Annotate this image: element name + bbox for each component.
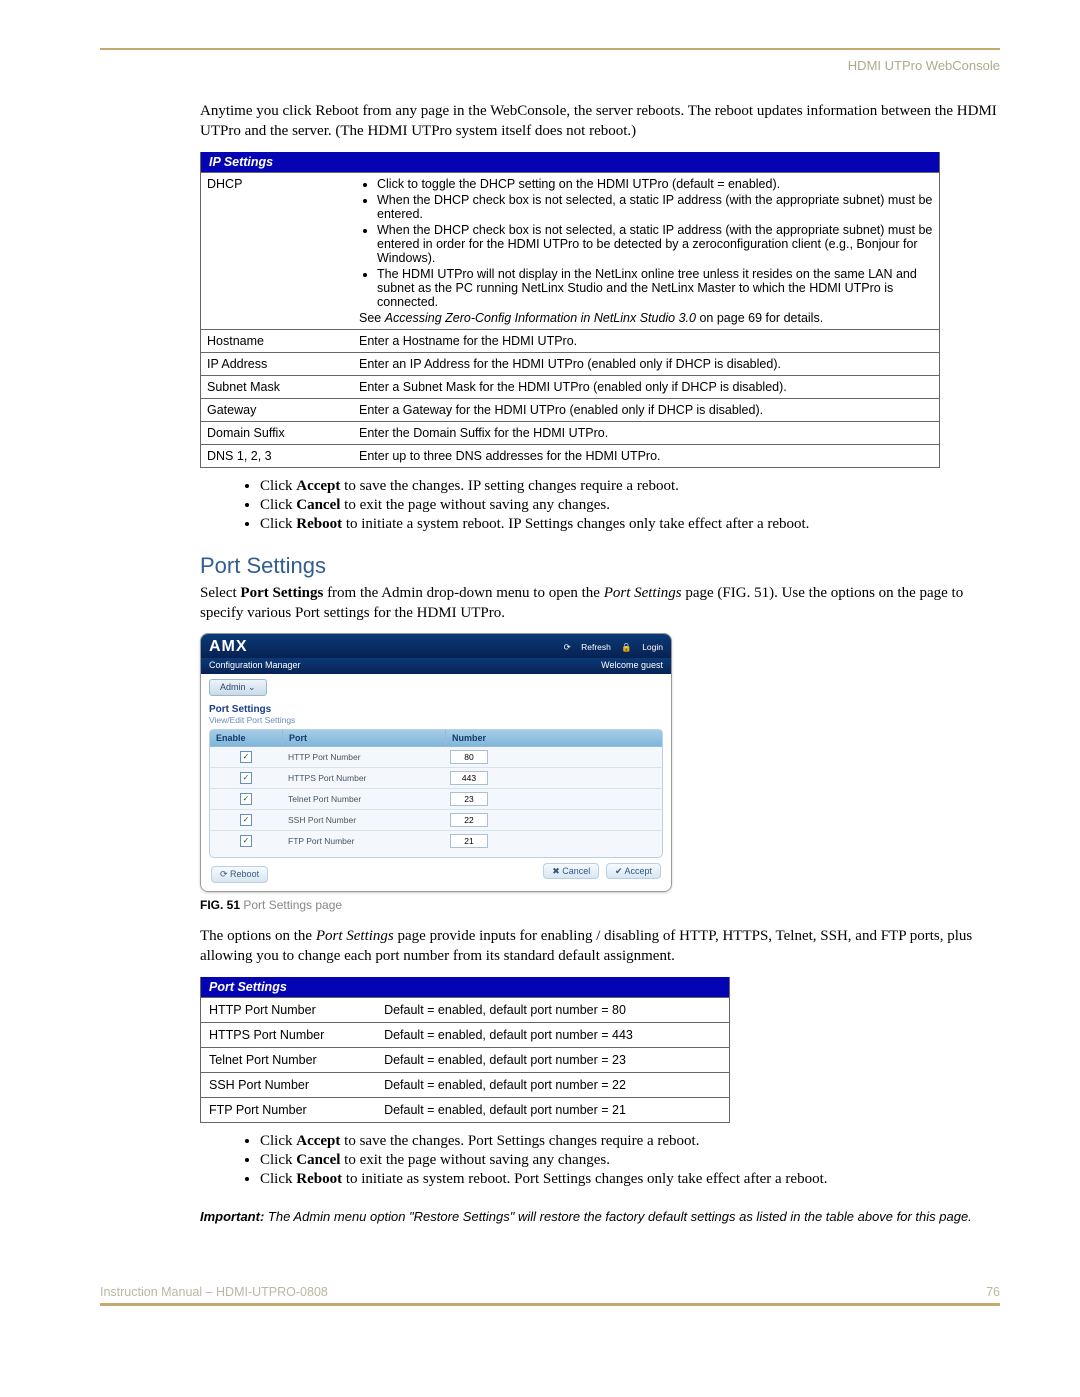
- intro-paragraph: Anytime you click Reboot from any page i…: [200, 101, 1000, 142]
- ip-row-label: Subnet Mask: [201, 375, 354, 398]
- port-row-label: HTTP Port Number: [201, 997, 377, 1022]
- ip-actions-list: Click Accept to save the changes. IP set…: [240, 478, 1000, 533]
- enable-checkbox[interactable]: ✓: [240, 835, 252, 847]
- table-row: GatewayEnter a Gateway for the HDMI UTPr…: [201, 398, 940, 421]
- table-row: DNS 1, 2, 3Enter up to three DNS address…: [201, 444, 940, 467]
- amx-logo: AMX: [209, 638, 248, 656]
- accept-button[interactable]: ✔ Accept: [606, 863, 661, 879]
- table-row: Telnet Port NumberDefault = enabled, def…: [201, 1047, 730, 1072]
- config-manager-label: Configuration Manager: [209, 660, 301, 670]
- refresh-link[interactable]: ⟳ Refresh: [564, 642, 611, 652]
- table-row: IP AddressEnter an IP Address for the HD…: [201, 352, 940, 375]
- important-note: Important: The Admin menu option "Restor…: [200, 1208, 990, 1226]
- list-item: Click Cancel to exit the page without sa…: [260, 1152, 1000, 1169]
- enable-checkbox[interactable]: ✓: [240, 814, 252, 826]
- top-rule: [100, 48, 1000, 50]
- enable-checkbox[interactable]: ✓: [240, 751, 252, 763]
- port-row: ✓ Telnet Port Number 23: [210, 789, 662, 810]
- port-row-label: FTP Port Number: [201, 1097, 377, 1122]
- port-row-label: SSH Port Number: [201, 1072, 377, 1097]
- port-settings-table: Port Settings HTTP Port NumberDefault = …: [200, 977, 730, 1123]
- table-row: HostnameEnter a Hostname for the HDMI UT…: [201, 329, 940, 352]
- enable-checkbox[interactable]: ✓: [240, 772, 252, 784]
- ip-row-desc: Enter up to three DNS addresses for the …: [353, 444, 940, 467]
- dhcp-see-line: See Accessing Zero-Config Information in…: [359, 311, 823, 325]
- port-row: ✓ SSH Port Number 22: [210, 810, 662, 831]
- table-row: SSH Port NumberDefault = enabled, defaul…: [201, 1072, 730, 1097]
- list-item: When the DHCP check box is not selected,…: [377, 193, 933, 221]
- ip-row-label: Gateway: [201, 398, 354, 421]
- welcome-label: Welcome guest: [601, 660, 663, 670]
- port-number-input[interactable]: 23: [450, 792, 488, 806]
- list-item: When the DHCP check box is not selected,…: [377, 223, 933, 265]
- ip-row-desc: Enter a Hostname for the HDMI UTPro.: [353, 329, 940, 352]
- port-row-desc: Default = enabled, default port number =…: [376, 1047, 729, 1072]
- table-row: Subnet MaskEnter a Subnet Mask for the H…: [201, 375, 940, 398]
- list-item: Click to toggle the DHCP setting on the …: [377, 177, 933, 191]
- port-label: HTTP Port Number: [282, 749, 444, 765]
- port-panel: Enable Port Number ✓ HTTP Port Number 80…: [209, 729, 663, 858]
- list-item: The HDMI UTPro will not display in the N…: [377, 267, 933, 309]
- ip-settings-table: IP Settings DHCP Click to toggle the DHC…: [200, 152, 940, 468]
- admin-dropdown[interactable]: Admin ⌄: [209, 679, 267, 696]
- dhcp-bullet-list: Click to toggle the DHCP setting on the …: [359, 177, 933, 309]
- after-figure-paragraph: The options on the Port Settings page pr…: [200, 926, 1000, 967]
- ip-settings-header: IP Settings: [201, 152, 940, 173]
- col-port: Port: [283, 730, 446, 746]
- table-row: FTP Port NumberDefault = enabled, defaul…: [201, 1097, 730, 1122]
- ip-row-desc: Enter a Subnet Mask for the HDMI UTPro (…: [353, 375, 940, 398]
- cancel-button[interactable]: ✖ Cancel: [543, 863, 599, 879]
- col-enable: Enable: [210, 730, 283, 746]
- port-row-label: Telnet Port Number: [201, 1047, 377, 1072]
- page-number: 76: [986, 1285, 1000, 1299]
- enable-checkbox[interactable]: ✓: [240, 793, 252, 805]
- port-row: ✓ HTTPS Port Number 443: [210, 768, 662, 789]
- port-number-input[interactable]: 443: [450, 771, 488, 785]
- figure-51: AMX ⟳ Refresh 🔒 Login Configuration Mana…: [200, 633, 1000, 892]
- ip-row-label: Hostname: [201, 329, 354, 352]
- port-row-desc: Default = enabled, default port number =…: [376, 1072, 729, 1097]
- port-label: HTTPS Port Number: [282, 770, 444, 786]
- footer-left: Instruction Manual – HDMI-UTPRO-0808: [100, 1285, 328, 1299]
- reboot-button[interactable]: ⟳ Reboot: [211, 866, 268, 883]
- ip-row-label: DHCP: [201, 172, 354, 329]
- port-row-desc: Default = enabled, default port number =…: [376, 997, 729, 1022]
- table-row: HTTP Port NumberDefault = enabled, defau…: [201, 997, 730, 1022]
- ip-row-desc: Enter a Gateway for the HDMI UTPro (enab…: [353, 398, 940, 421]
- ip-row-label: DNS 1, 2, 3: [201, 444, 354, 467]
- col-number: Number: [446, 730, 662, 746]
- list-item: Click Reboot to initiate a system reboot…: [260, 516, 1000, 533]
- port-row-desc: Default = enabled, default port number =…: [376, 1022, 729, 1047]
- port-row: ✓ HTTP Port Number 80: [210, 747, 662, 768]
- ip-row-desc: Enter the Domain Suffix for the HDMI UTP…: [353, 421, 940, 444]
- list-item: Click Accept to save the changes. Port S…: [260, 1133, 1000, 1150]
- port-settings-intro: Select Port Settings from the Admin drop…: [200, 583, 1000, 624]
- port-settings-heading: Port Settings: [200, 553, 1000, 579]
- port-number-input[interactable]: 80: [450, 750, 488, 764]
- table-row: Domain SuffixEnter the Domain Suffix for…: [201, 421, 940, 444]
- list-item: Click Cancel to exit the page without sa…: [260, 497, 1000, 514]
- table-row: DHCP Click to toggle the DHCP setting on…: [201, 172, 940, 329]
- figure-caption: FIG. 51 Port Settings page: [200, 898, 1000, 912]
- port-actions-list: Click Accept to save the changes. Port S…: [240, 1133, 1000, 1188]
- port-label: SSH Port Number: [282, 812, 444, 828]
- list-item: Click Accept to save the changes. IP set…: [260, 478, 1000, 495]
- figure-panel-title: Port Settings: [209, 704, 663, 715]
- login-link[interactable]: 🔒 Login: [621, 642, 663, 652]
- port-number-input[interactable]: 21: [450, 834, 488, 848]
- port-settings-table-header: Port Settings: [201, 977, 730, 998]
- port-label: Telnet Port Number: [282, 791, 444, 807]
- header-section: HDMI UTPro WebConsole: [100, 58, 1000, 73]
- port-row: ✓ FTP Port Number 21: [210, 831, 662, 851]
- ip-row-label: IP Address: [201, 352, 354, 375]
- port-row-label: HTTPS Port Number: [201, 1022, 377, 1047]
- port-row-desc: Default = enabled, default port number =…: [376, 1097, 729, 1122]
- list-item: Click Reboot to initiate as system reboo…: [260, 1171, 1000, 1188]
- ip-row-desc: Enter an IP Address for the HDMI UTPro (…: [353, 352, 940, 375]
- port-number-input[interactable]: 22: [450, 813, 488, 827]
- port-label: FTP Port Number: [282, 833, 444, 849]
- table-row: HTTPS Port NumberDefault = enabled, defa…: [201, 1022, 730, 1047]
- figure-panel-subtitle: View/Edit Port Settings: [209, 715, 663, 725]
- ip-row-label: Domain Suffix: [201, 421, 354, 444]
